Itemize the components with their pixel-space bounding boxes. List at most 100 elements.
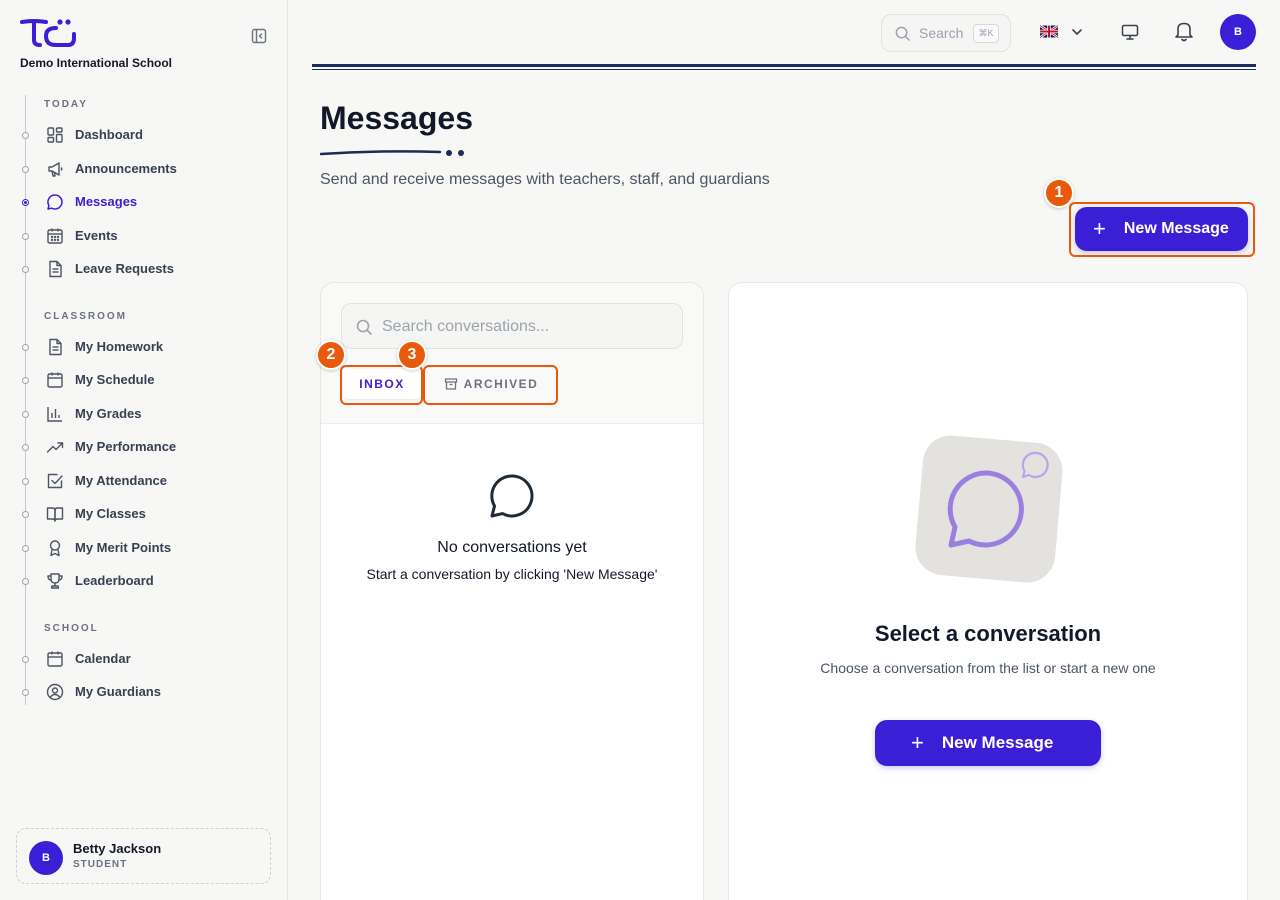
nav-dot — [22, 545, 29, 552]
nav-dot — [22, 689, 29, 696]
annotation-badge-3: 3 — [397, 340, 427, 370]
uk-flag-icon — [1040, 25, 1058, 38]
section-title-today: TODAY — [44, 99, 88, 110]
nav-dot-active — [22, 199, 29, 206]
title-underline-decoration — [320, 150, 464, 156]
section-title-school: SCHOOL — [44, 623, 99, 634]
school-name: Demo International School — [20, 56, 173, 70]
tab-archived[interactable]: ARCHIVED — [428, 369, 554, 399]
sidebar-item-leave-requests[interactable]: Leave Requests — [0, 255, 287, 283]
sidebar-item-my-attendance[interactable]: My Attendance — [0, 467, 287, 495]
sidebar: Demo International School TODAY Dashboar… — [0, 0, 288, 900]
trophy-icon — [47, 573, 63, 589]
bell-icon[interactable] — [1172, 19, 1196, 43]
sidebar-item-label: Dashboard — [75, 127, 143, 142]
conversation-detail-panel: Select a conversation Choose a conversat… — [728, 282, 1248, 900]
detail-subtitle: Choose a conversation from the list or s… — [820, 660, 1156, 676]
nav-dot — [22, 511, 29, 518]
nav-dot — [22, 233, 29, 240]
calendar-icon — [47, 372, 63, 388]
sidebar-item-label: Announcements — [75, 161, 177, 176]
user-circle-icon — [46, 683, 64, 701]
sidebar-item-label: Messages — [75, 194, 138, 209]
tab-archived-label: ARCHIVED — [463, 377, 539, 391]
sidebar-item-leaderboard[interactable]: Leaderboard — [0, 567, 287, 595]
nav-dot — [22, 411, 29, 418]
sidebar-item-my-homework[interactable]: My Homework — [0, 333, 287, 361]
nav-dot — [22, 578, 29, 585]
sidebar-item-calendar[interactable]: Calendar — [0, 645, 287, 673]
school-logo — [20, 19, 76, 47]
plus-icon: + — [911, 730, 924, 755]
global-search-button[interactable]: Search ⌘K — [881, 14, 1011, 52]
avatar: B — [29, 841, 63, 875]
page-subtitle: Send and receive messages with teachers,… — [320, 171, 770, 188]
nav-dot — [22, 132, 29, 139]
sidebar-item-announcements[interactable]: Announcements — [0, 155, 287, 183]
empty-state-subtitle: Start a conversation by clicking 'New Me… — [366, 566, 658, 582]
sidebar-item-events[interactable]: Events — [0, 222, 287, 250]
archive-icon — [444, 378, 457, 390]
new-message-label: New Message — [1123, 220, 1229, 237]
nav-dot — [22, 344, 29, 351]
sidebar-item-label: Calendar — [75, 651, 131, 666]
annotation-badge-2: 2 — [316, 340, 346, 370]
plus-icon: + — [1093, 216, 1106, 241]
calendar-icon — [47, 651, 63, 667]
sidebar-item-my-guardians[interactable]: My Guardians — [0, 678, 287, 706]
sidebar-item-label: My Performance — [75, 439, 177, 454]
document-icon — [49, 260, 62, 278]
sidebar-item-label: Leave Requests — [75, 261, 174, 276]
avatar[interactable]: B — [1220, 14, 1256, 50]
sidebar-item-my-grades[interactable]: My Grades — [0, 400, 287, 428]
empty-state-title: No conversations yet — [437, 539, 587, 556]
checkbox-icon — [47, 473, 63, 489]
annotation-badge-1: 1 — [1044, 178, 1074, 208]
user-name: Betty Jackson — [73, 841, 162, 856]
book-icon — [46, 507, 64, 522]
language-selector[interactable] — [1036, 20, 1086, 44]
sidebar-item-label: My Merit Points — [75, 540, 172, 555]
collapse-sidebar-icon[interactable] — [251, 28, 267, 44]
search-icon — [356, 319, 372, 335]
calendar-grid-icon — [47, 228, 63, 244]
nav-dot — [22, 377, 29, 384]
sidebar-item-label: My Homework — [75, 339, 164, 354]
monitor-icon[interactable] — [1120, 22, 1140, 42]
sidebar-item-my-schedule[interactable]: My Schedule — [0, 366, 287, 394]
global-search-label: Search — [919, 25, 964, 41]
sidebar-item-label: My Attendance — [75, 473, 167, 488]
chat-bubble-icon — [490, 474, 534, 518]
sidebar-item-label: Leaderboard — [75, 573, 154, 588]
nav-dot — [22, 656, 29, 663]
chevron-down-icon — [1072, 29, 1082, 35]
tab-inbox[interactable]: INBOX — [343, 369, 421, 399]
nav-dot — [22, 444, 29, 451]
sidebar-item-messages[interactable]: Messages — [0, 188, 287, 216]
new-message-button-secondary[interactable]: + New Message — [875, 720, 1101, 766]
award-icon — [49, 540, 61, 557]
user-role: STUDENT — [73, 859, 128, 870]
header-divider — [312, 64, 1256, 67]
sidebar-item-dashboard[interactable]: Dashboard — [0, 121, 287, 149]
sidebar-item-my-merit-points[interactable]: My Merit Points — [0, 534, 287, 562]
sidebar-item-label: Events — [75, 228, 118, 243]
sidebar-item-my-performance[interactable]: My Performance — [0, 433, 287, 461]
sidebar-item-label: My Schedule — [75, 372, 155, 387]
trending-up-icon — [46, 442, 64, 453]
conversation-search-input[interactable] — [382, 314, 672, 340]
sidebar-item-label: My Grades — [75, 406, 142, 421]
detail-title: Select a conversation — [874, 621, 1102, 646]
new-message-button[interactable]: + New Message — [1075, 207, 1248, 251]
sidebar-item-label: My Classes — [75, 506, 146, 521]
dashboard-icon — [47, 127, 63, 143]
nav-dot — [22, 478, 29, 485]
nav-dot — [22, 266, 29, 273]
section-title-classroom: CLASSROOM — [44, 311, 127, 322]
user-profile-card[interactable]: B Betty Jackson STUDENT — [16, 828, 271, 884]
megaphone-icon — [48, 162, 63, 177]
conversation-search[interactable] — [341, 303, 683, 349]
chat-illustration-icon — [915, 435, 1063, 583]
sidebar-item-my-classes[interactable]: My Classes — [0, 500, 287, 528]
nav-dot — [22, 166, 29, 173]
